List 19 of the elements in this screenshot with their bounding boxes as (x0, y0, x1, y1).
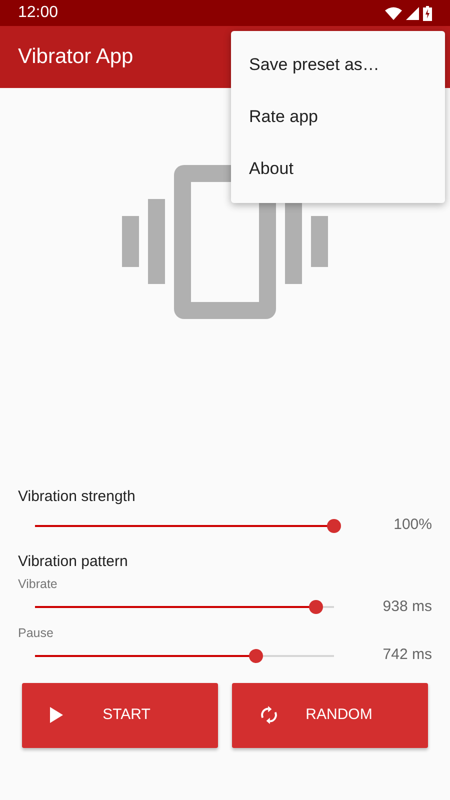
section-title: Vibration strength (17, 487, 136, 507)
section-title: Vibration pattern (17, 552, 129, 572)
slider-label: Vibrate (17, 576, 58, 593)
menu-item[interactable]: About (231, 143, 445, 195)
menu-item[interactable]: Save preset as… (231, 39, 445, 91)
slider-value: 100% (392, 515, 432, 536)
menu-item[interactable]: Rate app (231, 91, 445, 143)
action-button[interactable]: RANDOM (232, 682, 428, 748)
slider-label: Pause (17, 624, 54, 642)
slider-value: 742 ms (382, 645, 432, 666)
play-icon (50, 707, 63, 723)
refresh-icon (260, 706, 278, 724)
app-title: Vibrator App (18, 44, 134, 70)
wifi-icon (385, 6, 402, 20)
signal-icon (406, 6, 419, 20)
battery-icon (423, 6, 432, 20)
action-button[interactable]: START (22, 682, 218, 748)
clock: 12:00 (18, 3, 58, 23)
slider-value: 938 ms (382, 596, 432, 616)
